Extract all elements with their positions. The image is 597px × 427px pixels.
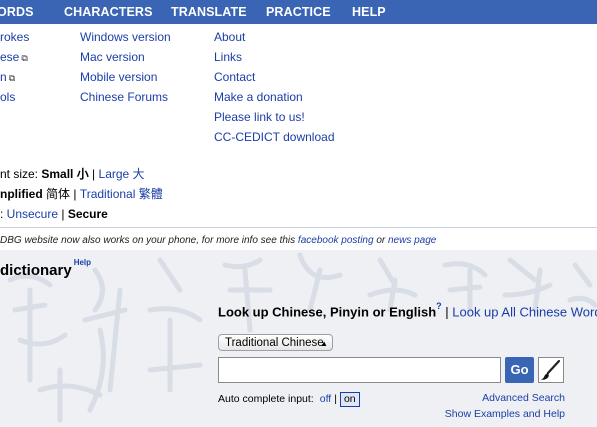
font-small-current: Small 小 xyxy=(41,167,89,181)
nav-characters[interactable]: CHARACTERS xyxy=(64,5,153,19)
separator: | xyxy=(441,304,453,320)
external-link-icon: ⧉ xyxy=(8,73,16,83)
handwriting-button[interactable] xyxy=(538,357,564,383)
menu-item-chinese-forums[interactable]: Chinese Forums xyxy=(80,90,168,104)
autocomplete-label: Auto complete input: xyxy=(218,393,314,405)
script-select-value: Traditional Chinese xyxy=(225,337,324,349)
menu-item-tools[interactable]: ols xyxy=(0,90,15,104)
menu-item-about[interactable]: About xyxy=(214,30,245,44)
go-button[interactable]: Go xyxy=(505,357,534,383)
notice-text: DBG website now also works on your phone… xyxy=(0,235,298,246)
search-input[interactable] xyxy=(218,357,501,383)
dictionary-title: dictionary Help xyxy=(0,258,91,279)
script-select[interactable]: Traditional Chinese ▲ xyxy=(218,334,333,351)
lookup-header: Look up Chinese, Pinyin or English? | Lo… xyxy=(218,301,597,320)
facebook-posting-link[interactable]: facebook posting xyxy=(298,235,374,246)
menu-item-windows-version[interactable]: Windows version xyxy=(80,30,171,44)
dictionary-help-link[interactable]: Help xyxy=(74,258,91,267)
brush-icon xyxy=(541,359,561,380)
mobile-notice: DBG website now also works on your phone… xyxy=(0,235,436,246)
select-arrows-icon: ▲ xyxy=(320,339,328,348)
menu-item-contact[interactable]: Contact xyxy=(214,70,255,84)
script-simplified-current: nplified xyxy=(0,187,43,201)
section-divider xyxy=(0,227,597,228)
news-page-link[interactable]: news page xyxy=(388,235,436,246)
show-examples-help-link[interactable]: Show Examples and Help xyxy=(445,408,565,420)
font-size-setting: nt size: Small 小 | Large 大 xyxy=(0,164,163,184)
menu-column-3: About Links Contact Make a donation Plea… xyxy=(214,27,335,147)
menu-item-mobile-version[interactable]: Mobile version xyxy=(80,70,157,84)
nav-help[interactable]: HELP xyxy=(352,5,386,19)
ssl-unsecure-link[interactable]: Unsecure xyxy=(7,207,58,221)
menu-item-chinese[interactable]: ese xyxy=(0,50,19,64)
menu-item-link-to-us[interactable]: Please link to us! xyxy=(214,110,305,124)
menu-item-strokes[interactable]: rokes xyxy=(0,30,29,44)
settings-panel: nt size: Small 小 | Large 大 nplified 简体 |… xyxy=(0,164,163,224)
nav-translate[interactable]: TRANSLATE xyxy=(171,5,247,19)
menu-item-donation[interactable]: Make a donation xyxy=(214,90,303,104)
advanced-search-link[interactable]: Advanced Search xyxy=(482,392,565,404)
separator: | xyxy=(88,167,99,181)
menu-item-links[interactable]: Links xyxy=(214,50,242,64)
script-setting: nplified 简体 | Traditional 繁體 xyxy=(0,184,163,204)
autocomplete-off-link[interactable]: off xyxy=(320,393,331,405)
lookup-help-link[interactable]: ? xyxy=(436,301,442,311)
menu-item-cedict-download[interactable]: CC-CEDICT download xyxy=(214,130,335,144)
dictionary-title-text: dictionary xyxy=(0,262,72,279)
nav-practice[interactable]: PRACTICE xyxy=(266,5,331,19)
menu-item-pinyin[interactable]: n xyxy=(0,70,7,84)
script-traditional-link[interactable]: Traditional 繁體 xyxy=(80,187,163,201)
autocomplete-setting: Auto complete input: off | on xyxy=(218,392,360,407)
external-link-icon: ⧉ xyxy=(21,53,28,63)
separator: | xyxy=(58,207,68,221)
autocomplete-on-current[interactable]: on xyxy=(339,392,360,407)
lookup-all-words-link[interactable]: Look up All Chinese Words in xyxy=(452,304,597,319)
menu-column-2: Windows version Mac version Mobile versi… xyxy=(80,27,171,107)
nav-words[interactable]: ORDS xyxy=(0,5,34,19)
menu-column-1: rokes ese ⧉ n ⧉ ols xyxy=(0,27,29,107)
menu-item-mac-version[interactable]: Mac version xyxy=(80,50,145,64)
main-nav-bar: ORDS CHARACTERS TRANSLATE PRACTICE HELP xyxy=(0,0,597,24)
script-simplified-cn: 简体 xyxy=(42,187,71,201)
separator: | xyxy=(334,393,337,405)
ssl-label: : xyxy=(0,207,7,221)
notice-text-mid: or xyxy=(373,235,388,246)
ssl-secure-current: Secure xyxy=(67,207,108,221)
font-large-link[interactable]: Large 大 xyxy=(99,167,145,181)
font-size-label: nt size: xyxy=(0,167,42,181)
separator: | xyxy=(70,187,80,201)
search-options-links: Advanced Search Show Examples and Help xyxy=(445,390,565,422)
ssl-setting: : Unsecure | Secure xyxy=(0,204,163,224)
lookup-label: Look up Chinese, Pinyin or English xyxy=(218,304,437,320)
